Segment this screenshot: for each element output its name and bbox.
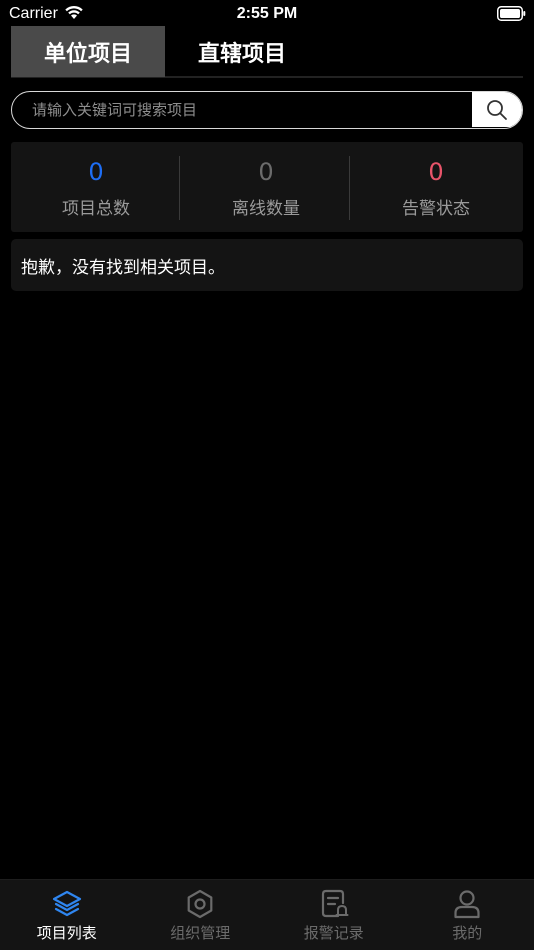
alarm-record-icon (321, 889, 349, 918)
project-scope-tabs: 单位项目 直辖项目 (11, 26, 523, 78)
stat-label: 离线数量 (232, 199, 300, 219)
bottom-tab-bar: 项目列表 组织管理 报警记录 我的 (0, 879, 534, 950)
stat-value: 0 (428, 158, 444, 186)
hexagon-icon (187, 889, 213, 919)
search-input[interactable] (12, 92, 472, 127)
stat-alarm-status[interactable]: 0 告警状态 (351, 142, 521, 232)
clock: 2:55 PM (236, 5, 298, 22)
stat-label: 告警状态 (402, 199, 470, 219)
tabbar-label: 我的 (452, 924, 483, 942)
search-bar (11, 91, 523, 129)
stat-value: 0 (88, 158, 104, 186)
layers-icon (52, 890, 81, 917)
status-bar: Carrier 2:55 PM (0, 0, 534, 26)
stats-panel: 0 项目总数 0 离线数量 0 告警状态 (11, 142, 523, 232)
tab-unit-projects[interactable]: 单位项目 (11, 26, 165, 77)
tabbar-item-project-list[interactable]: 项目列表 (0, 880, 134, 950)
divider (179, 156, 180, 220)
app-screen: Carrier 2:55 PM 单位项目 直辖项目 0 项目总数 (0, 0, 534, 950)
tabbar-item-organization[interactable]: 组织管理 (134, 880, 268, 950)
stat-value: 0 (258, 158, 274, 186)
stat-label: 项目总数 (62, 199, 130, 219)
tab-direct-projects[interactable]: 直辖项目 (165, 26, 319, 77)
empty-state-message: 抱歉，没有找到相关项目。 (11, 239, 523, 291)
battery-icon (497, 6, 526, 21)
search-button[interactable] (472, 92, 522, 127)
tabbar-label: 项目列表 (36, 924, 97, 942)
tabbar-label: 组织管理 (170, 924, 231, 942)
stat-offline-count[interactable]: 0 离线数量 (181, 142, 351, 232)
person-icon (454, 890, 480, 919)
stat-total-projects[interactable]: 0 项目总数 (11, 142, 181, 232)
tabbar-label: 报警记录 (303, 924, 364, 942)
divider (349, 156, 350, 220)
tabbar-item-alarm-records[interactable]: 报警记录 (267, 880, 401, 950)
search-icon (487, 99, 507, 120)
tabbar-item-profile[interactable]: 我的 (401, 880, 534, 950)
